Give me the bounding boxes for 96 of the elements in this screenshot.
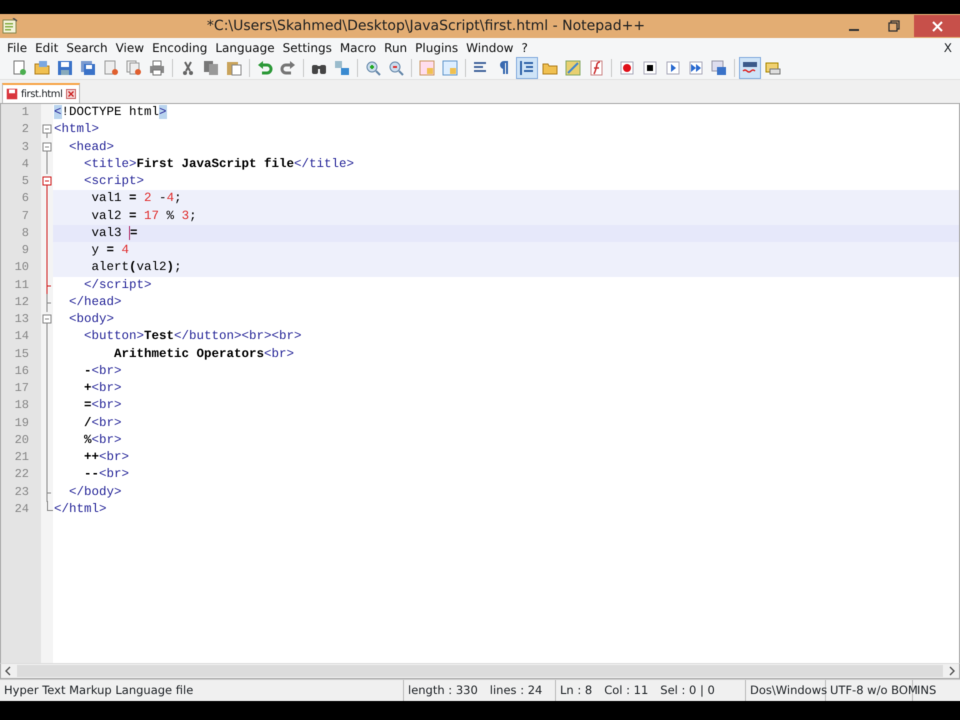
line-number: 14 [14, 328, 30, 346]
encoding-text: UTF-8 w/o BOM [830, 682, 918, 699]
line-number: 24 [14, 500, 30, 518]
code-line: <html> [53, 121, 100, 138]
close-button[interactable] [914, 15, 960, 37]
line-number: 3 [20, 138, 30, 156]
menu-item[interactable]: Settings [278, 38, 336, 56]
line-number: 21 [14, 449, 30, 466]
printer-icon [149, 60, 165, 76]
folder-icon [34, 60, 50, 76]
minimize-icon [849, 29, 859, 31]
line-number: 11 [14, 276, 30, 294]
code-line: </body> [68, 484, 123, 500]
line-number: 5 [20, 173, 30, 190]
tab-close-icon[interactable] [66, 89, 76, 99]
code-line: <head> [68, 138, 116, 156]
line-number: 1 [20, 104, 30, 121]
menu-item[interactable]: Window [462, 38, 518, 56]
app-icon [2, 18, 18, 34]
indent-guide-button[interactable] [516, 57, 538, 79]
line-number: 9 [20, 242, 30, 259]
code-line: <button>Test</button><br><br> [83, 328, 303, 346]
fast-forward-icon [688, 60, 704, 76]
scrollbar-thumb[interactable] [17, 665, 943, 677]
line-number: 6 [20, 190, 30, 208]
menu-item[interactable]: File [3, 38, 32, 56]
code-line: =<br> [83, 397, 123, 414]
cursor-column-text: Col : 11 [604, 682, 648, 699]
code-line: </head> [68, 294, 123, 311]
code-line: %<br> [83, 432, 123, 449]
line-number: 10 [14, 259, 30, 276]
selection-text: Sel : 0 | 0 [660, 682, 715, 699]
line-number: 16 [14, 362, 30, 380]
code-line: <title>First JavaScript file</title> [83, 156, 356, 173]
menu-item[interactable]: Macro [336, 38, 380, 56]
line-ending-text: Dos\Windows [750, 682, 828, 699]
restore-icon [888, 20, 900, 32]
lines-count-text: lines : 24 [490, 682, 542, 699]
code-line: </script> [83, 276, 153, 294]
code-line: <body> [68, 311, 116, 328]
redo-icon [280, 60, 296, 76]
close-file-icon [103, 60, 119, 76]
line-number: 19 [14, 414, 30, 432]
menu-item[interactable]: View [112, 38, 148, 56]
line-number: 17 [14, 380, 30, 397]
menu-item[interactable]: Run [380, 38, 412, 56]
insert-mode-text: INS [917, 682, 936, 699]
line-number: 8 [20, 224, 30, 242]
zoom-in-icon [365, 60, 381, 76]
record-icon [619, 60, 635, 76]
code-line: </html> [53, 500, 108, 518]
save-all-icon [80, 60, 96, 76]
file-tab[interactable]: first.html [2, 83, 80, 103]
play-icon [665, 60, 681, 76]
menu-item[interactable]: Encoding [148, 38, 212, 56]
length-text: length : 330 [408, 682, 478, 699]
line-number: 18 [14, 397, 30, 414]
scissors-icon [180, 60, 196, 76]
line-number: 23 [14, 484, 30, 500]
line-number: 7 [20, 208, 30, 224]
line-number: 20 [14, 432, 30, 449]
indent-guide-icon [519, 60, 535, 76]
menu-item[interactable]: Edit [31, 38, 62, 56]
window-title: *C:\Users\Skahmed\Desktop\JavaScript\first.html - Notepad++ [206, 16, 646, 36]
close-document-button[interactable]: X [944, 38, 952, 56]
line-number: 13 [14, 311, 30, 328]
function-list-icon [588, 60, 604, 76]
code-line: --<br> [83, 466, 130, 484]
spellcheck-button[interactable] [739, 57, 761, 79]
line-number: 12 [14, 294, 30, 311]
code-line: /<br> [83, 414, 123, 432]
code-line: Arithmetic Operators<br> [113, 346, 296, 362]
paste-icon [226, 60, 242, 76]
close-icon [932, 20, 942, 32]
line-number: 4 [20, 156, 30, 173]
code-line: +<br> [83, 380, 123, 397]
code-line: <script> [83, 173, 146, 190]
code-line: ++<br> [83, 449, 130, 466]
code-line: <!DOCTYPE html> [53, 104, 168, 121]
cursor-line-text: Ln : 8 [560, 682, 592, 699]
new-file-icon [11, 60, 27, 76]
close-all-icon [126, 60, 142, 76]
zoom-out-icon [388, 60, 404, 76]
line-number: 22 [14, 466, 30, 484]
file-type-text: Hyper Text Markup Language file [4, 682, 194, 699]
menu-item[interactable]: Plugins [411, 38, 462, 56]
line-number: 2 [20, 121, 30, 138]
menu-item[interactable]: Search [62, 38, 112, 56]
code-line: -<br> [83, 362, 123, 380]
line-number: 15 [14, 346, 30, 362]
menu-item[interactable]: Language [211, 38, 279, 56]
copy-icon [203, 60, 219, 76]
save-icon [57, 60, 73, 76]
undo-icon [257, 60, 273, 76]
stop-icon [642, 60, 658, 76]
menu-item[interactable]: ? [517, 38, 532, 56]
